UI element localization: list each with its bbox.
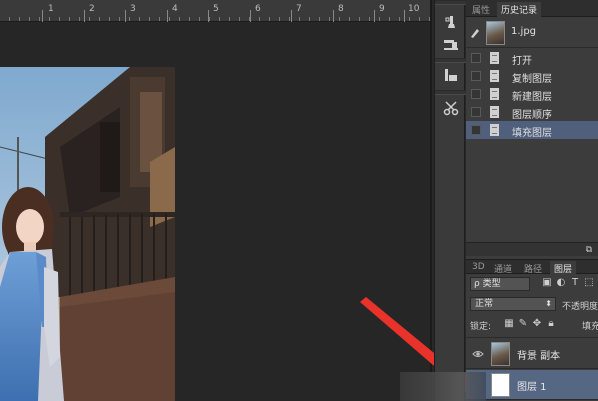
canvas-border (430, 0, 432, 401)
snapshot-thumbnail (486, 21, 505, 45)
document-icon (490, 70, 499, 82)
lock-label: 锁定: (470, 322, 492, 332)
dock-grip[interactable] (435, 90, 466, 95)
history-item-label: 打开 (512, 56, 532, 67)
tab-history[interactable]: 历史记录 (497, 2, 542, 17)
ruler-label: 3 (130, 4, 136, 14)
scissors-icon[interactable] (442, 99, 460, 117)
levels-icon[interactable] (442, 66, 460, 84)
adjustment-filter-icon[interactable]: ◐ (554, 277, 568, 288)
chevron-updown-icon: ⬍ (545, 299, 552, 308)
history-source-checkbox[interactable] (471, 125, 481, 135)
history-item-label: 新建图层 (512, 92, 552, 103)
new-document-icon[interactable]: ⧉ (586, 245, 592, 255)
stamp-icon[interactable] (442, 36, 460, 54)
history-tab-bar: 属性 历史记录 (466, 0, 598, 17)
opacity-label: 不透明度 (562, 302, 598, 312)
history-item[interactable]: 新建图层 (466, 85, 598, 103)
ruler-label: 9 (379, 4, 385, 14)
document-icon (490, 52, 499, 64)
layer-row[interactable]: 背景 副本 (466, 339, 598, 369)
lock-icons: ▦ ✎ ✥ 🔒︎ (502, 318, 558, 329)
history-source-checkbox[interactable] (471, 53, 481, 63)
eye-icon[interactable] (472, 348, 484, 360)
ruler-label: 5 (213, 4, 219, 14)
tab-3d[interactable]: 3D (468, 261, 489, 275)
tab-channels[interactable]: 通道 (490, 261, 516, 275)
lock-move-icon[interactable]: ✥ (530, 318, 544, 329)
layer-name: 背景 副本 (517, 351, 561, 362)
layer-name: 图层 1 (517, 382, 547, 393)
blend-mode-value: 正常 (475, 299, 494, 309)
right-panel: 属性 历史记录 1.jpg 打开 复制图层 新建图层 图层顺序 填充图层 ⧉ 3… (466, 0, 598, 401)
blurred-region (400, 372, 486, 401)
document-icon (490, 106, 499, 118)
history-footer: ⧉ (466, 242, 598, 256)
history-brush-icon[interactable] (442, 14, 460, 32)
history-item-label: 图层顺序 (512, 110, 552, 121)
document-image[interactable] (0, 67, 175, 401)
ruler-label: 1 (48, 4, 54, 14)
fill-label: 填充 (582, 322, 598, 332)
horizontal-ruler[interactable]: 1 2 3 4 5 6 7 8 9 10 (0, 0, 432, 22)
dock-grip[interactable] (435, 0, 466, 5)
blend-mode-select[interactable]: 正常 ⬍ (470, 297, 556, 311)
history-brush-source-icon[interactable] (469, 27, 481, 39)
lock-transparent-icon[interactable]: ▦ (502, 318, 516, 329)
shape-filter-icon[interactable]: ⬚ (582, 277, 596, 288)
history-item[interactable]: 复制图层 (466, 67, 598, 85)
ruler-label: 4 (172, 4, 178, 14)
tab-properties[interactable]: 属性 (468, 2, 494, 17)
lock-all-icon[interactable]: 🔒︎ (544, 318, 558, 329)
tab-paths[interactable]: 路径 (520, 261, 546, 275)
ruler-label: 7 (296, 4, 302, 14)
history-source-checkbox[interactable] (471, 107, 481, 117)
history-item[interactable]: 打开 (466, 49, 598, 67)
type-filter-icon[interactable]: T (568, 277, 582, 288)
layer-filter-icons: ▣ ◐ T ⬚ (540, 277, 596, 291)
ruler-label: 6 (255, 4, 261, 14)
history-source-checkbox[interactable] (471, 71, 481, 81)
panel-dock (434, 0, 466, 401)
document-icon (490, 88, 499, 100)
history-item-label: 复制图层 (512, 74, 552, 85)
ruler-label: 10 (408, 4, 420, 14)
dock-grip[interactable] (435, 58, 466, 63)
snapshot-label: 1.jpg (511, 26, 537, 37)
history-item-label: 填充图层 (512, 128, 552, 139)
layers-tab-bar: 3D 通道 路径 图层 (466, 259, 598, 275)
ruler-label: 2 (89, 4, 95, 14)
layer-filter-select[interactable]: ρ 类型 (470, 277, 530, 291)
lock-brush-icon[interactable]: ✎ (516, 318, 530, 329)
document-icon (490, 124, 499, 136)
pixel-filter-icon[interactable]: ▣ (540, 277, 554, 288)
history-item-selected[interactable]: 填充图层 (466, 121, 598, 139)
layer-thumbnail (491, 373, 510, 397)
history-snapshot[interactable]: 1.jpg (466, 18, 598, 48)
ruler-label: 8 (338, 4, 344, 14)
history-item[interactable]: 图层顺序 (466, 103, 598, 121)
tab-layers[interactable]: 图层 (550, 261, 577, 275)
history-source-checkbox[interactable] (471, 89, 481, 99)
layer-thumbnail (491, 342, 510, 366)
